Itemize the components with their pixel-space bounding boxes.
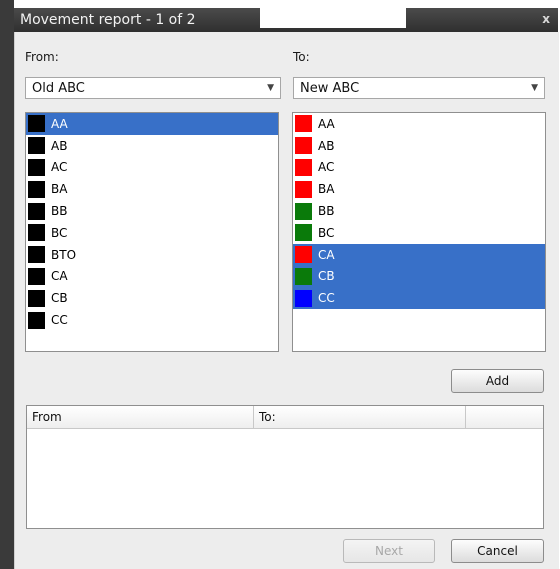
table-header: From To: [27,406,543,429]
list-item[interactable]: BC [26,222,278,244]
list-item-label: BA [51,182,68,197]
color-swatch-icon [28,180,45,198]
list-item-label: CB [51,291,68,306]
color-swatch-icon [28,246,45,264]
list-item-label: BTO [51,247,77,262]
list-item[interactable]: BB [293,200,545,222]
title-bar[interactable]: Movement report - 1 of 2 x [14,8,558,33]
window-title: Movement report - 1 of 2 [20,12,196,28]
list-item[interactable]: AA [26,113,278,135]
window-left-edge [0,0,14,569]
to-listbox[interactable]: AA AB AC BA BB BC CA CB CC [292,112,546,352]
color-swatch-icon [295,137,312,155]
add-button[interactable]: Add [451,369,544,393]
list-item[interactable]: CB [26,287,278,309]
color-swatch-icon [295,158,312,176]
list-item-label: CC [318,291,335,306]
list-item-label: BC [318,225,335,240]
title-bar-cutout [260,8,406,28]
list-item[interactable]: AC [26,157,278,179]
list-item-label: CC [51,313,68,328]
list-item-label: CB [318,269,335,284]
color-swatch-icon [295,180,312,198]
to-dropdown[interactable]: New ABC ▼ [293,77,545,99]
to-dropdown-value: New ABC [300,81,360,96]
list-item-label: BC [51,225,68,240]
list-item[interactable]: CC [293,287,545,310]
close-icon[interactable]: x [542,12,550,26]
list-item-label: CA [318,247,335,262]
list-item[interactable]: BC [293,222,545,244]
list-item[interactable]: BA [26,178,278,200]
list-item[interactable]: BTO [26,244,278,266]
next-button[interactable]: Next [343,539,435,563]
list-item-label: CA [51,269,68,284]
dialog-window: Movement report - 1 of 2 x From: Old ABC… [0,0,560,569]
list-item[interactable]: CC [26,309,278,331]
color-swatch-icon [28,224,45,242]
from-listbox[interactable]: AA AB AC BA BB BC BTO CA CB CC [25,112,279,352]
list-item[interactable]: AB [293,135,545,157]
column-header-from[interactable]: From [27,406,254,428]
list-item[interactable]: AC [293,157,545,179]
list-item[interactable]: BB [26,200,278,222]
chevron-down-icon: ▼ [531,83,538,93]
column-header-extra[interactable] [466,406,543,428]
list-item[interactable]: BA [293,178,545,200]
color-swatch-icon [28,267,45,285]
chevron-down-icon: ▼ [267,83,274,93]
list-item-label: AA [51,116,68,131]
list-item-label: AC [318,160,335,175]
cancel-button[interactable]: Cancel [451,539,544,563]
color-swatch-icon [295,224,312,242]
list-item-label: AC [51,160,68,175]
mapping-table[interactable]: From To: [26,405,544,529]
list-item-label: BB [51,204,68,219]
color-swatch-icon [28,202,45,220]
color-swatch-icon [28,289,45,307]
from-label: From: [25,50,59,64]
list-item[interactable]: CA [293,243,545,266]
color-swatch-icon [295,289,312,307]
list-item[interactable]: AB [26,135,278,157]
color-swatch-icon [28,137,45,155]
list-item[interactable]: CB [293,265,545,288]
color-swatch-icon [295,267,312,285]
color-swatch-icon [28,115,45,133]
list-item-label: BB [318,204,335,219]
from-dropdown-value: Old ABC [32,81,85,96]
list-item[interactable]: CA [26,266,278,288]
color-swatch-icon [28,311,45,329]
from-dropdown[interactable]: Old ABC ▼ [25,77,281,99]
list-item-label: AB [318,138,335,153]
dialog-content: From: Old ABC ▼ To: New ABC ▼ AA AB AC BA BB… [14,32,559,569]
list-item[interactable]: AA [293,113,545,135]
list-item-label: AA [318,116,335,131]
to-label: To: [293,50,310,64]
color-swatch-icon [295,115,312,133]
column-header-to[interactable]: To: [254,406,466,428]
color-swatch-icon [295,246,312,264]
list-item-label: AB [51,138,68,153]
color-swatch-icon [28,158,45,176]
list-item-label: BA [318,182,335,197]
color-swatch-icon [295,202,312,220]
